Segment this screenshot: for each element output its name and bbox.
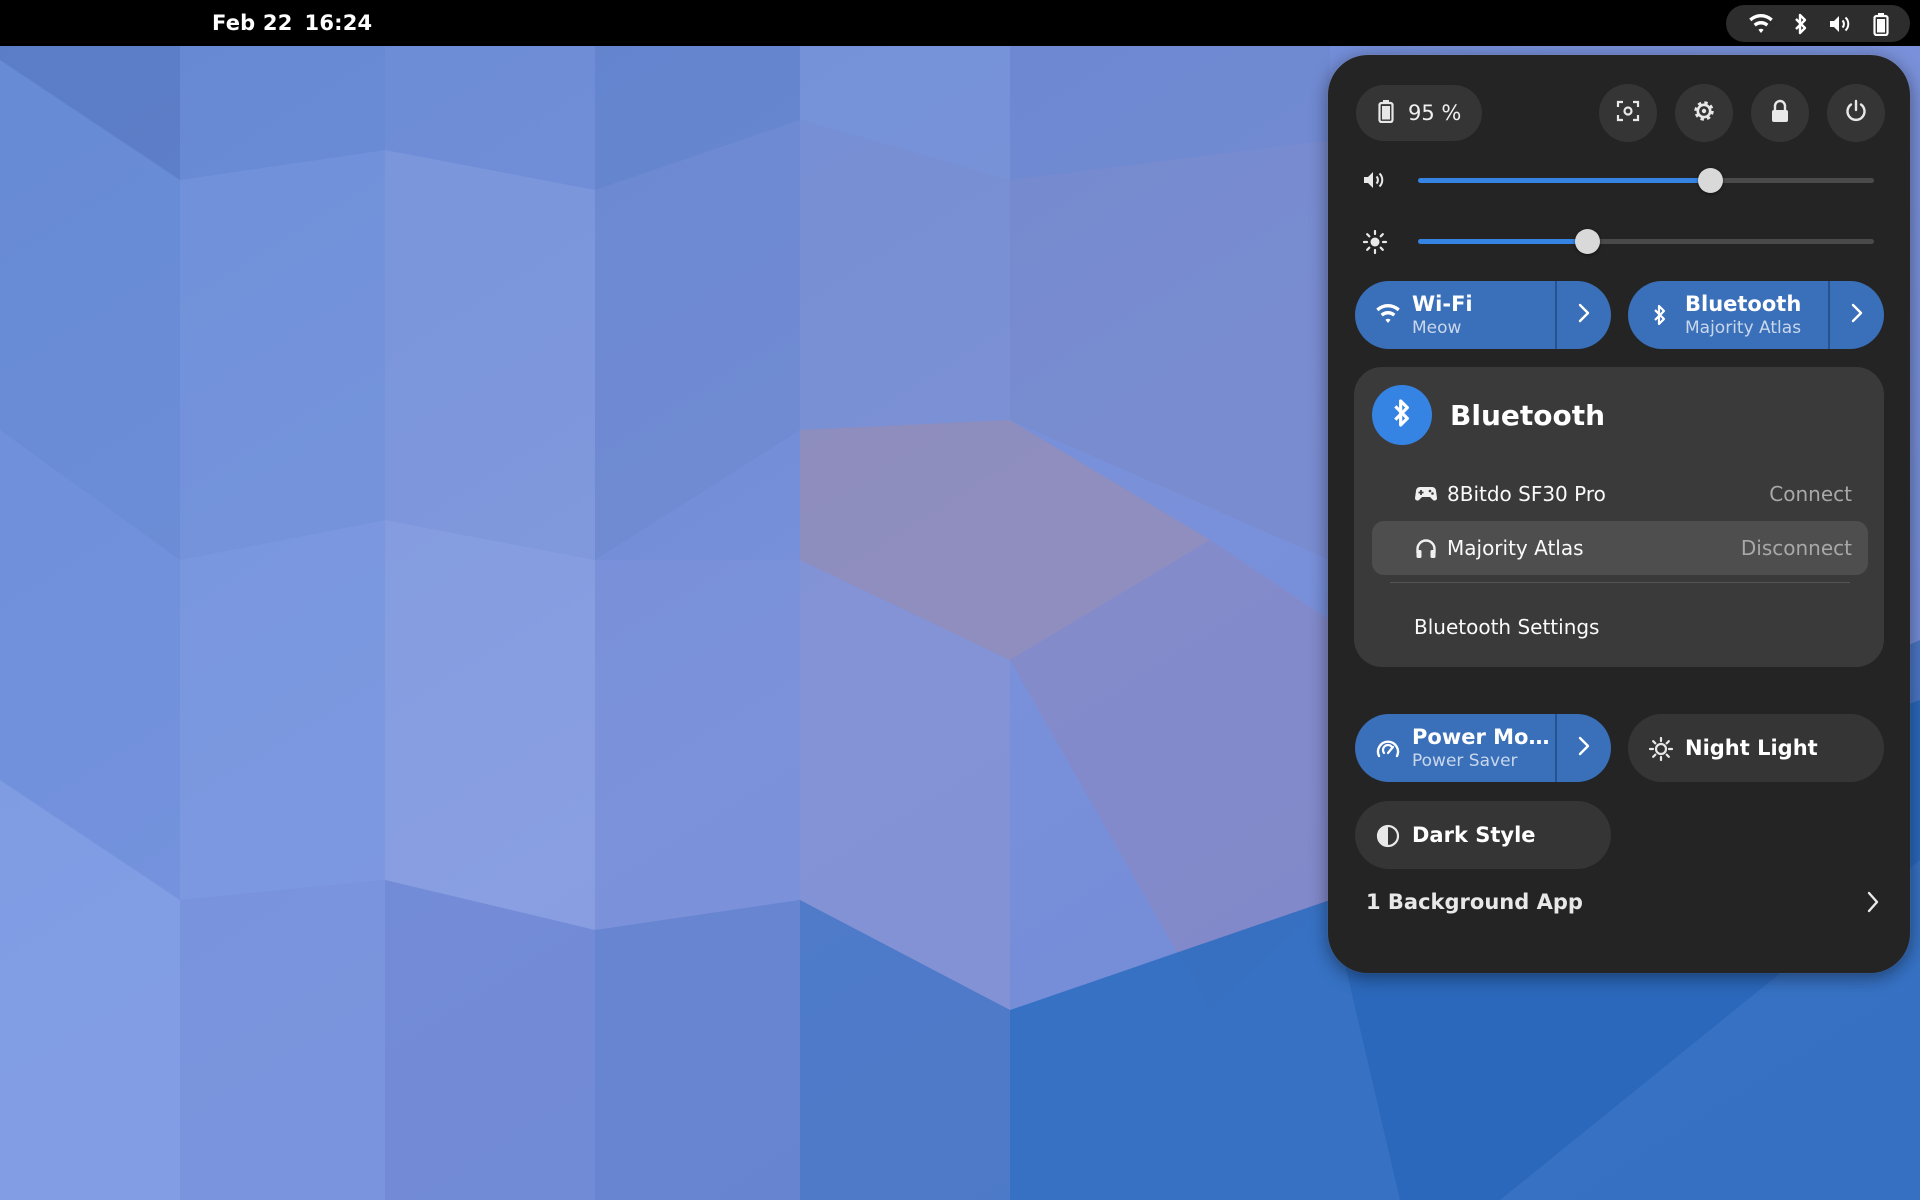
bluetooth-icon bbox=[1652, 303, 1668, 331]
screenshot-button[interactable] bbox=[1599, 84, 1657, 142]
bluetooth-menu-arrow[interactable] bbox=[1828, 281, 1884, 349]
brightness-slider-handle[interactable] bbox=[1574, 229, 1600, 254]
bluetooth-device-action[interactable]: Disconnect bbox=[1741, 536, 1852, 560]
gamepad-icon bbox=[1414, 482, 1438, 508]
volume-icon bbox=[1362, 168, 1388, 196]
bluetooth-menu-title: Bluetooth bbox=[1450, 398, 1606, 432]
volume-slider-handle[interactable] bbox=[1697, 168, 1723, 193]
settings-icon bbox=[1691, 98, 1717, 128]
wifi-icon bbox=[1375, 303, 1401, 329]
brightness-slider-row bbox=[1328, 221, 1910, 261]
bluetooth-device-row[interactable]: Majority Atlas Disconnect bbox=[1372, 521, 1868, 575]
headphones-icon bbox=[1414, 536, 1438, 564]
power-mode-toggle-button[interactable]: Power Mo… Power Saver bbox=[1355, 714, 1555, 782]
top-bar: Feb 22 16:24 bbox=[0, 0, 1920, 46]
time-label: 16:24 bbox=[304, 11, 373, 35]
volume-slider-row bbox=[1328, 160, 1910, 200]
wifi-toggle-subtitle: Meow bbox=[1412, 318, 1462, 338]
bluetooth-device-action[interactable]: Connect bbox=[1769, 482, 1852, 506]
clock-button[interactable]: Feb 22 16:24 bbox=[212, 0, 372, 46]
power-mode-toggle-title: Power Mo… bbox=[1412, 725, 1550, 749]
lock-icon bbox=[1769, 99, 1791, 127]
wifi-toggle[interactable]: Wi-Fi Meow bbox=[1355, 281, 1611, 349]
chevron-right-icon bbox=[1577, 735, 1591, 761]
wifi-toggle-title: Wi-Fi bbox=[1412, 292, 1473, 316]
bluetooth-menu-header: Bluetooth bbox=[1372, 385, 1605, 445]
night-light-icon bbox=[1648, 736, 1674, 766]
dark-style-toggle-title: Dark Style bbox=[1412, 823, 1536, 847]
bluetooth-header-badge bbox=[1372, 385, 1432, 445]
dark-style-toggle-button[interactable]: Dark Style bbox=[1355, 801, 1611, 869]
volume-slider[interactable] bbox=[1418, 168, 1874, 193]
bluetooth-icon bbox=[1793, 12, 1809, 36]
chevron-right-icon bbox=[1866, 890, 1880, 918]
chevron-right-icon bbox=[1850, 302, 1864, 328]
date-label: Feb 22 bbox=[212, 11, 293, 35]
brightness-icon bbox=[1362, 229, 1388, 259]
power-button[interactable] bbox=[1827, 84, 1885, 142]
brightness-slider[interactable] bbox=[1418, 229, 1874, 254]
power-icon bbox=[1844, 99, 1868, 127]
bluetooth-toggle-title: Bluetooth bbox=[1685, 292, 1802, 316]
settings-button[interactable] bbox=[1675, 84, 1733, 142]
power-mode-toggle-subtitle: Power Saver bbox=[1412, 751, 1518, 771]
night-light-toggle-button[interactable]: Night Light bbox=[1628, 714, 1884, 782]
bluetooth-icon bbox=[1391, 397, 1413, 433]
battery-status-button[interactable]: 95 % bbox=[1356, 85, 1482, 141]
power-mode-toggle[interactable]: Power Mo… Power Saver bbox=[1355, 714, 1611, 782]
background-apps-label: 1 Background App bbox=[1366, 890, 1583, 914]
chevron-right-icon bbox=[1577, 302, 1591, 328]
wifi-icon bbox=[1748, 13, 1774, 35]
battery-percentage: 95 % bbox=[1408, 101, 1462, 125]
bluetooth-device-name: 8Bitdo SF30 Pro bbox=[1447, 482, 1606, 506]
screenshot-icon bbox=[1615, 98, 1641, 128]
menu-separator bbox=[1390, 582, 1850, 583]
brightness-slider-fill bbox=[1418, 239, 1587, 244]
power-mode-menu-arrow[interactable] bbox=[1555, 714, 1611, 782]
battery-icon bbox=[1378, 99, 1394, 127]
wifi-toggle-button[interactable]: Wi-Fi Meow bbox=[1355, 281, 1555, 349]
volume-icon bbox=[1828, 13, 1854, 35]
bluetooth-toggle[interactable]: Bluetooth Majority Atlas bbox=[1628, 281, 1884, 349]
bluetooth-device-name: Majority Atlas bbox=[1447, 536, 1584, 560]
power-saver-icon bbox=[1375, 736, 1401, 764]
night-light-toggle[interactable]: Night Light bbox=[1628, 714, 1884, 782]
quick-settings-panel: 95 % Wi-Fi Meow Bluetooth Majority Atlas… bbox=[1328, 55, 1910, 973]
dark-style-icon bbox=[1375, 823, 1401, 853]
dark-style-toggle[interactable]: Dark Style bbox=[1355, 801, 1611, 869]
wifi-menu-arrow[interactable] bbox=[1555, 281, 1611, 349]
bluetooth-toggle-subtitle: Majority Atlas bbox=[1685, 318, 1802, 338]
background-apps-button[interactable]: 1 Background App bbox=[1366, 882, 1886, 922]
lock-button[interactable] bbox=[1751, 84, 1809, 142]
system-status-button[interactable] bbox=[1726, 5, 1910, 42]
bluetooth-toggle-button[interactable]: Bluetooth Majority Atlas bbox=[1628, 281, 1828, 349]
bluetooth-settings-item[interactable]: Bluetooth Settings bbox=[1414, 615, 1599, 639]
bluetooth-device-row[interactable]: 8Bitdo SF30 Pro Connect bbox=[1372, 467, 1868, 521]
battery-icon bbox=[1872, 12, 1889, 36]
volume-slider-fill bbox=[1418, 178, 1710, 183]
night-light-toggle-title: Night Light bbox=[1685, 736, 1818, 760]
bluetooth-menu: Bluetooth 8Bitdo SF30 Pro Connect Majori… bbox=[1354, 367, 1884, 667]
